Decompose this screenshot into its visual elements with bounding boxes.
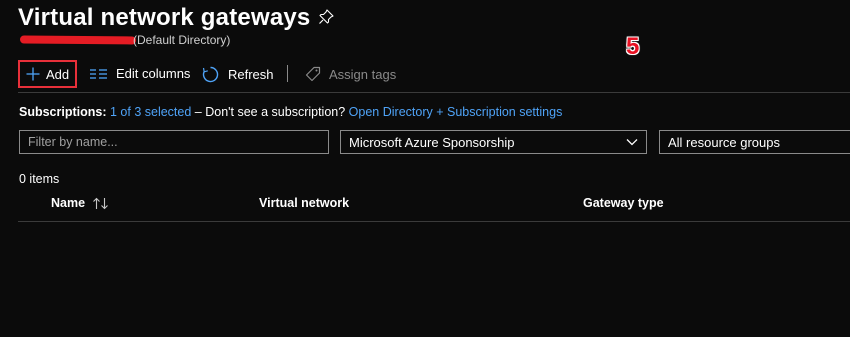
item-count: 0 items <box>19 172 60 186</box>
directory-label: (Default Directory) <box>133 33 231 47</box>
subscription-dropdown[interactable]: Microsoft Azure Sponsorship <box>340 130 647 154</box>
columns-icon <box>90 68 107 79</box>
refresh-button[interactable]: Refresh <box>202 66 274 83</box>
assign-tags-button[interactable]: Assign tags <box>305 66 396 82</box>
tag-icon <box>305 66 321 82</box>
chevron-down-icon <box>626 139 638 146</box>
filter-by-name-input[interactable] <box>19 130 329 154</box>
resource-group-dropdown-value: All resource groups <box>668 134 780 150</box>
column-header-virtual-network[interactable]: Virtual network <box>259 196 349 210</box>
subscription-settings-link[interactable]: Open Directory + Subscription settings <box>349 105 563 119</box>
refresh-icon <box>202 66 219 83</box>
add-button-label: Add <box>46 66 70 82</box>
edit-columns-button[interactable]: Edit columns <box>90 66 190 81</box>
refresh-label: Refresh <box>228 67 274 82</box>
subscriptions-prompt: – Don't see a subscription? <box>194 105 346 119</box>
sort-icon <box>93 197 108 209</box>
subscriptions-selected-link[interactable]: 1 of 3 selected <box>110 105 191 119</box>
subscriptions-label: Subscriptions: <box>19 105 107 119</box>
toolbar-separator-line <box>18 92 850 93</box>
column-header-name[interactable]: Name <box>51 196 110 210</box>
table-header-separator <box>18 221 850 222</box>
toolbar-divider <box>287 65 288 82</box>
add-button[interactable]: Add <box>18 60 77 88</box>
assign-tags-label: Assign tags <box>329 66 397 82</box>
column-header-gateway-type[interactable]: Gateway type <box>583 196 664 210</box>
step-number-annotation: 5 <box>626 33 640 60</box>
column-header-name-label: Name <box>51 196 86 210</box>
resource-group-dropdown[interactable]: All resource groups <box>659 130 850 154</box>
pin-icon[interactable] <box>318 9 334 25</box>
page-title: Virtual network gateways <box>18 4 311 31</box>
subscription-dropdown-value: Microsoft Azure Sponsorship <box>349 134 515 150</box>
subscriptions-bar: Subscriptions: 1 of 3 selected – Don't s… <box>19 105 562 119</box>
edit-columns-label: Edit columns <box>116 66 191 81</box>
plus-icon <box>26 67 40 81</box>
redacted-directory-name <box>19 35 137 45</box>
